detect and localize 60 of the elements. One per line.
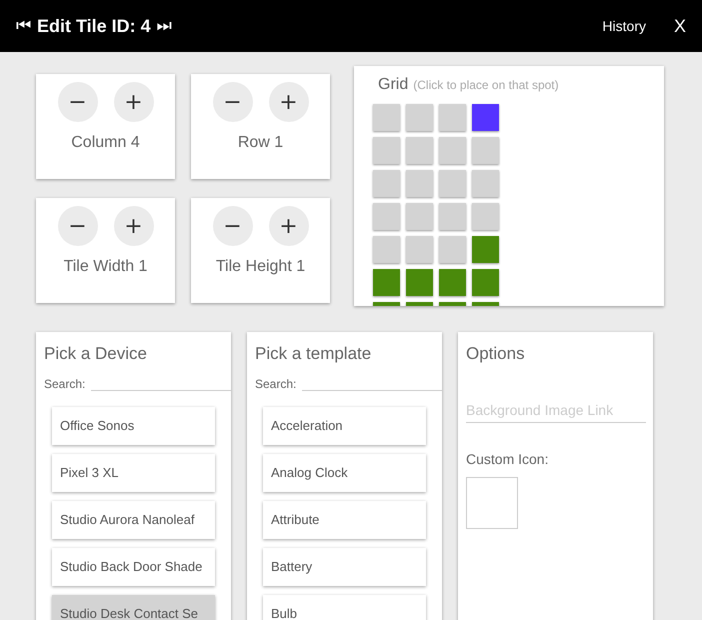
custom-icon-field[interactable]: [466, 477, 518, 529]
grid-cell[interactable]: [373, 203, 400, 230]
stepper-label: Column 4: [71, 134, 140, 152]
decrement-button[interactable]: −: [58, 82, 98, 122]
increment-button[interactable]: +: [114, 206, 154, 246]
panel-title: Options: [466, 344, 526, 364]
close-button[interactable]: X: [674, 16, 686, 36]
search-label: Search:: [255, 377, 296, 391]
grid-cell[interactable]: [406, 203, 433, 230]
increment-button[interactable]: +: [268, 206, 308, 246]
stepper-label: Tile Height 1: [216, 258, 306, 276]
panel-title: Pick a template: [255, 344, 372, 364]
custom-icon-label: Custom Icon:: [466, 451, 550, 467]
grid-cell[interactable]: [373, 137, 400, 164]
device-item[interactable]: Pixel 3 XL: [52, 454, 215, 492]
template-item[interactable]: Analog Clock: [263, 454, 426, 492]
grid-cell[interactable]: [439, 170, 466, 197]
device-item[interactable]: Office Sonos: [52, 407, 215, 445]
decrement-button[interactable]: −: [58, 206, 98, 246]
grid-hint: (Click to place on that spot): [413, 78, 559, 92]
increment-button[interactable]: +: [268, 82, 308, 122]
stepper-label: Tile Width 1: [64, 258, 148, 276]
stepper-label: Row 1: [238, 134, 284, 152]
decrement-button[interactable]: −: [212, 206, 252, 246]
grid-cell[interactable]: [439, 269, 466, 296]
grid-cell[interactable]: [373, 236, 400, 263]
grid-cell[interactable]: [472, 170, 499, 197]
grid-cell[interactable]: [472, 104, 499, 131]
grid-cell[interactable]: [406, 170, 433, 197]
grid-cell[interactable]: [472, 269, 499, 296]
search-label: Search:: [44, 377, 86, 391]
grid-cell[interactable]: [439, 104, 466, 131]
template-item[interactable]: Battery: [263, 548, 426, 586]
grid-cell[interactable]: [439, 236, 466, 263]
grid-cell[interactable]: [439, 137, 466, 164]
grid-cell[interactable]: [406, 269, 433, 296]
grid-cell[interactable]: [406, 137, 433, 164]
grid-cell[interactable]: [472, 236, 499, 263]
grid-cell[interactable]: [373, 104, 400, 131]
template-item[interactable]: Acceleration: [263, 407, 426, 445]
history-link[interactable]: History: [602, 18, 646, 34]
grid-cell[interactable]: [373, 170, 400, 197]
previous-button[interactable]: ⏮: [16, 16, 31, 36]
panel-title: Pick a Device: [44, 344, 148, 364]
device-item[interactable]: Studio Desk Contact Se: [52, 595, 215, 620]
next-button[interactable]: ⏭: [156, 16, 172, 36]
grid-cell[interactable]: [373, 269, 400, 296]
grid-cell[interactable]: [472, 203, 499, 230]
grid-title: Grid: [378, 76, 408, 94]
device-item[interactable]: Studio Back Door Shade: [52, 548, 215, 586]
grid-cell[interactable]: [406, 104, 433, 131]
template-item[interactable]: Bulb: [263, 595, 426, 620]
grid-cell[interactable]: [439, 203, 466, 230]
decrement-button[interactable]: −: [212, 82, 252, 122]
device-item[interactable]: Studio Aurora Nanoleaf: [52, 501, 215, 539]
grid-cell[interactable]: [472, 137, 499, 164]
increment-button[interactable]: +: [114, 82, 154, 122]
grid-cell[interactable]: [406, 236, 433, 263]
window-title: Edit Tile ID: 4: [37, 16, 151, 36]
template-item[interactable]: Attribute: [263, 501, 426, 539]
